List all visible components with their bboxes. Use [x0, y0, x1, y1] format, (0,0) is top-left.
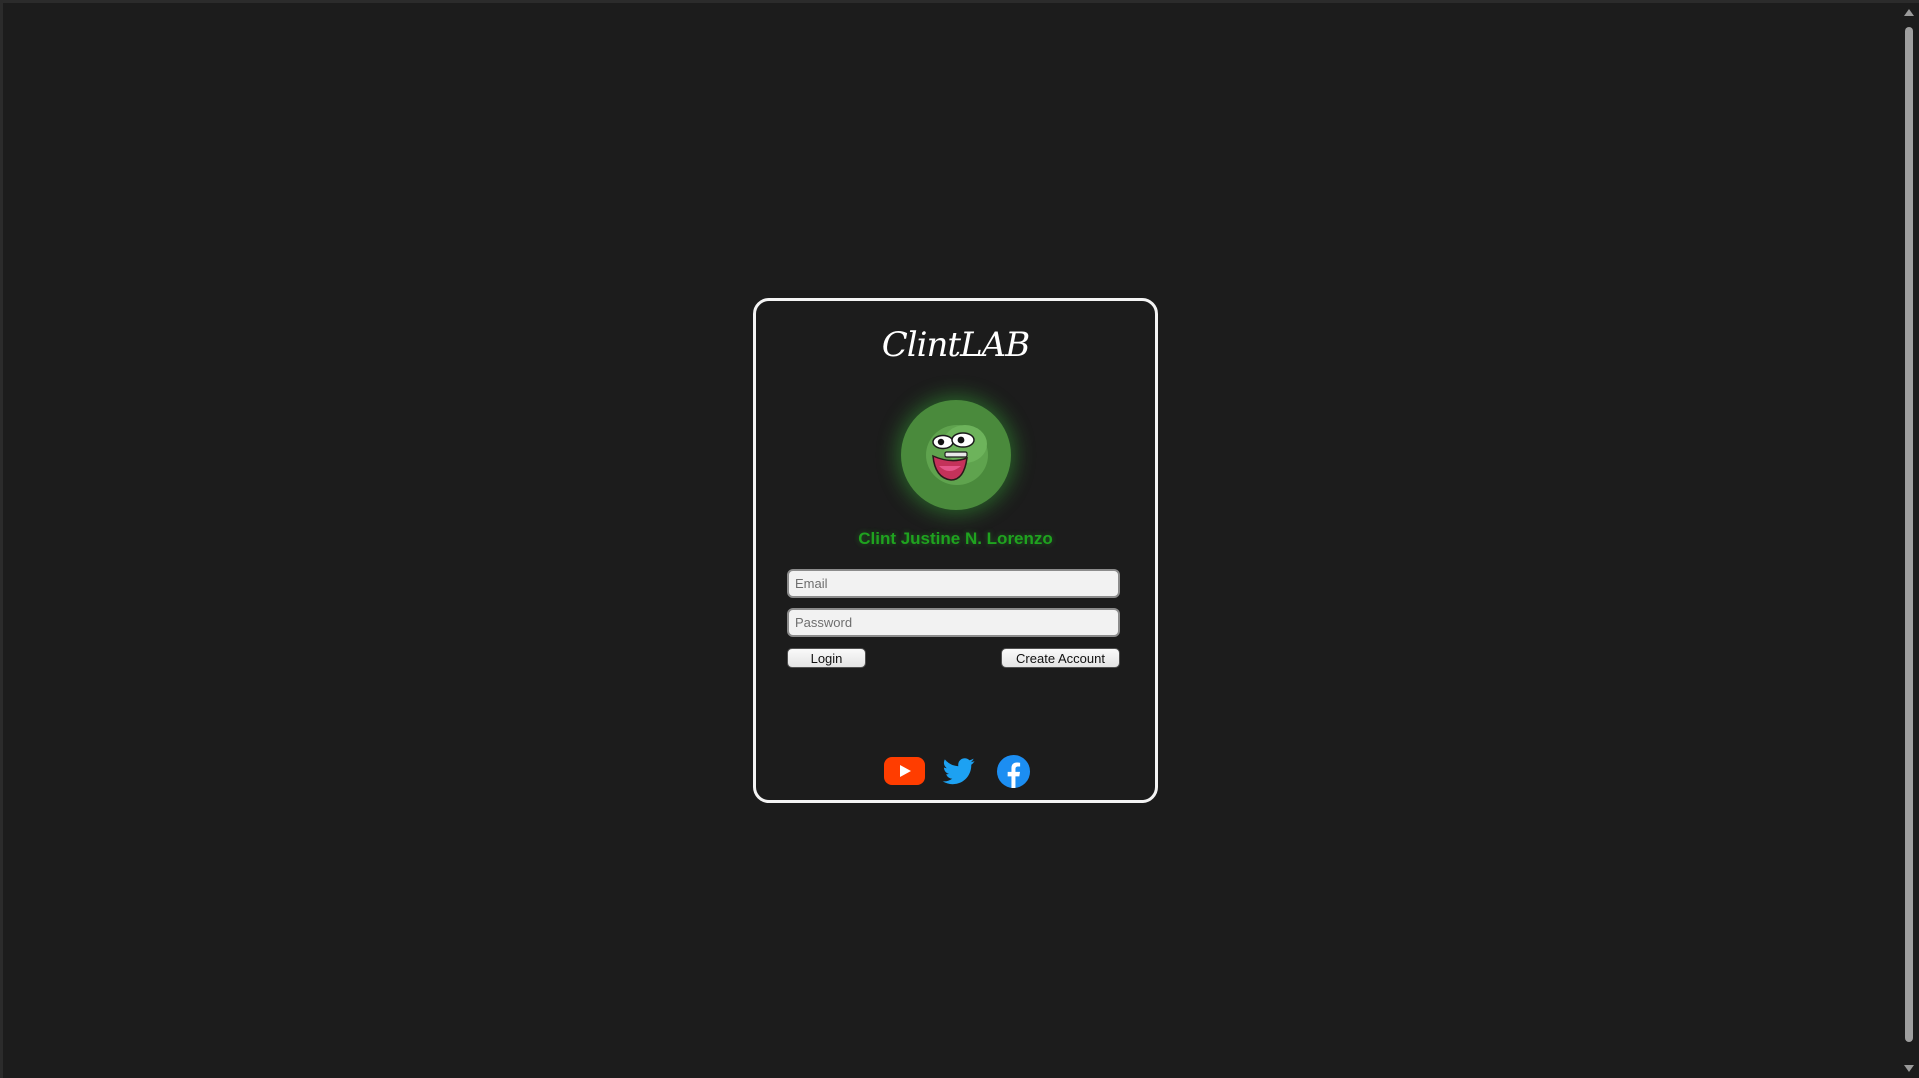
youtube-icon [884, 757, 925, 785]
scroll-down-icon[interactable] [1904, 1065, 1914, 1072]
login-button[interactable]: Login [787, 648, 866, 668]
vertical-scrollbar[interactable] [1900, 3, 1919, 1078]
password-field[interactable] [787, 608, 1120, 637]
youtube-link[interactable] [884, 757, 925, 785]
user-name: Clint Justine N. Lorenzo [858, 529, 1053, 548]
twitter-link[interactable] [941, 755, 977, 787]
create-account-button[interactable]: Create Account [1001, 648, 1120, 668]
login-card: ClintLAB Clint Justine N. Lorenzo Lo [753, 298, 1158, 803]
brand-title: ClintLAB [881, 325, 1030, 365]
facebook-link[interactable] [996, 754, 1031, 789]
scroll-thumb[interactable] [1905, 27, 1913, 1042]
scroll-up-icon[interactable] [1904, 9, 1914, 16]
email-field[interactable] [787, 569, 1120, 598]
facebook-icon [996, 754, 1031, 789]
social-links [756, 753, 1155, 789]
twitter-icon [942, 758, 975, 785]
avatar [901, 400, 1011, 510]
page-viewport: ClintLAB Clint Justine N. Lorenzo Lo [3, 3, 1900, 1078]
frog-face-icon [926, 425, 988, 485]
